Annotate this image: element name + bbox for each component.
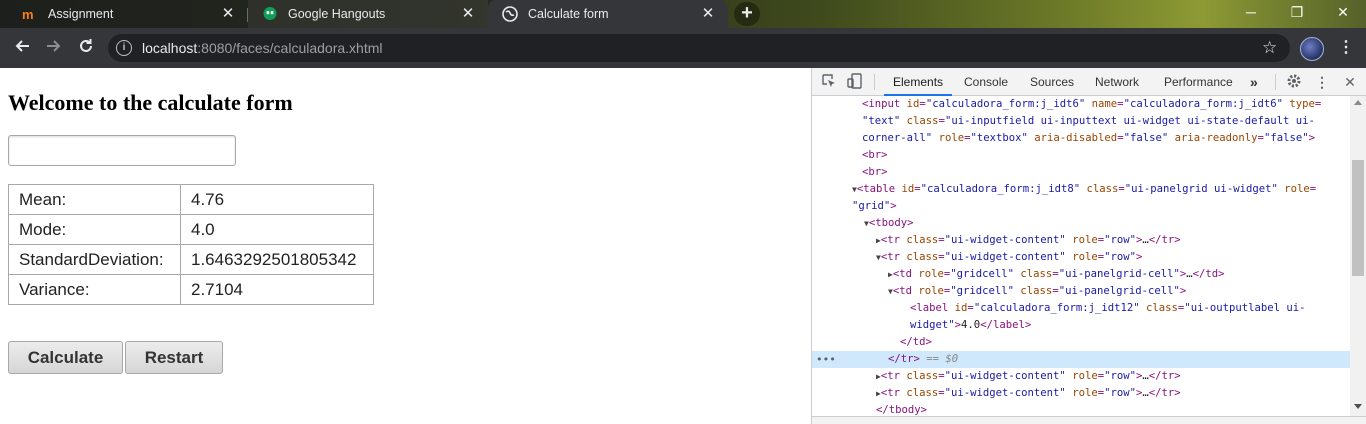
devtools-tab-bar: Elements Console Sources Network Perform… xyxy=(812,68,1366,96)
scroll-down-arrow-icon[interactable] xyxy=(1354,404,1362,409)
dom-line[interactable]: ▶<tr class="ui-widget-content" role="row… xyxy=(812,232,1350,249)
url-text[interactable]: localhost:8080/faces/calculadora.xhtml xyxy=(142,40,382,56)
stat-label: Variance: xyxy=(8,274,181,305)
device-toolbar-icon[interactable] xyxy=(846,73,864,91)
dom-line[interactable]: </tbody> xyxy=(812,402,1350,416)
address-bar[interactable]: i localhost:8080/faces/calculadora.xhtml xyxy=(108,34,1290,62)
stat-label: StandardDeviation: xyxy=(8,244,181,275)
dom-tree[interactable]: <input id="calculadora_form:j_idt6" name… xyxy=(812,96,1350,416)
more-tabs-button[interactable]: » xyxy=(1250,68,1258,96)
dom-line[interactable]: <br> xyxy=(812,164,1350,181)
tab-sources[interactable]: Sources xyxy=(1030,68,1074,96)
page-content: Welcome to the calculate form Mean: 4.76… xyxy=(0,68,811,424)
devtools-panel: Elements Console Sources Network Perform… xyxy=(811,68,1366,424)
stat-label: Mode: xyxy=(8,214,181,245)
tab-google-hangouts[interactable]: Google Hangouts ✕ xyxy=(248,0,488,28)
tab-title: Calculate form xyxy=(528,7,609,21)
globe-icon xyxy=(502,6,518,22)
stat-label: Mean: xyxy=(8,184,181,215)
scroll-thumb[interactable] xyxy=(1352,160,1364,276)
tab-performance[interactable]: Performance xyxy=(1164,68,1233,96)
profile-avatar[interactable] xyxy=(1300,37,1324,61)
devtools-breadcrumb-bar xyxy=(812,416,1366,424)
hangouts-icon xyxy=(262,6,278,22)
dom-line-selected[interactable]: ••• </tr> == $0 xyxy=(812,351,1350,368)
tab-elements[interactable]: Elements xyxy=(884,68,953,96)
dom-line[interactable]: ▶<td role="gridcell" class="ui-panelgrid… xyxy=(812,266,1350,283)
back-icon[interactable] xyxy=(10,36,34,60)
dom-line[interactable]: widget">4.0</label> xyxy=(812,317,1350,334)
kebab-menu-icon[interactable]: ⋮ xyxy=(1313,73,1331,91)
moodle-icon: m xyxy=(22,6,38,22)
stat-value: 4.76 xyxy=(180,184,374,215)
stat-value: 2.7104 xyxy=(180,274,374,305)
dom-line[interactable]: <label id="calculadora_form:j_idt12" cla… xyxy=(812,300,1350,317)
dom-line[interactable]: "grid"> xyxy=(812,198,1350,215)
dom-line[interactable]: "text" class="ui-inputfield ui-inputtext… xyxy=(812,113,1350,130)
stat-value: 4.0 xyxy=(180,214,374,245)
browser-toolbar: i localhost:8080/faces/calculadora.xhtml… xyxy=(0,28,1366,68)
tab-console[interactable]: Console xyxy=(964,68,1008,96)
scroll-up-arrow-icon[interactable] xyxy=(1354,100,1362,105)
close-icon[interactable]: ✕ xyxy=(460,6,476,22)
tab-assignment[interactable]: m Assignment ✕ xyxy=(8,0,248,28)
minimize-icon[interactable]: ─ xyxy=(1228,0,1274,26)
browser-tab-strip: m Assignment ✕ Google Hangouts ✕ Calcula… xyxy=(0,0,1366,28)
table-row: Mean: 4.76 xyxy=(8,184,374,215)
dom-line[interactable]: </td> xyxy=(812,334,1350,351)
dom-line[interactable]: ▼<tbody> xyxy=(812,215,1350,232)
dom-line[interactable]: <input id="calculadora_form:j_idt6" name… xyxy=(812,96,1350,113)
close-devtools-icon[interactable]: ✕ xyxy=(1341,73,1359,91)
divider xyxy=(874,74,875,90)
tab-title: Google Hangouts xyxy=(288,7,386,21)
reload-icon[interactable] xyxy=(74,36,98,60)
dom-line[interactable]: corner-all" role="textbox" aria-disabled… xyxy=(812,130,1350,147)
tab-calculate-form[interactable]: Calculate form ✕ xyxy=(488,0,728,28)
dom-line[interactable]: ▶<tr class="ui-widget-content" role="row… xyxy=(812,385,1350,402)
bookmark-star-icon[interactable]: ☆ xyxy=(1262,36,1277,60)
dom-line[interactable]: <br> xyxy=(812,147,1350,164)
dom-line[interactable]: ▼<table id="calculadora_form:j_idt8" cla… xyxy=(812,181,1350,198)
tab-title: Assignment xyxy=(48,7,114,21)
close-icon[interactable]: ✕ xyxy=(220,6,236,22)
forward-icon[interactable] xyxy=(42,36,66,60)
inspect-element-icon[interactable] xyxy=(820,73,838,91)
data-input[interactable] xyxy=(8,135,236,166)
info-icon[interactable]: i xyxy=(116,40,132,56)
menu-icon[interactable]: ⋮ xyxy=(1338,36,1354,60)
stat-value: 1.6463292501805342 xyxy=(180,244,374,275)
restore-icon[interactable]: ❐ xyxy=(1274,0,1320,26)
dom-line[interactable]: ▼<tr class="ui-widget-content" role="row… xyxy=(812,249,1350,266)
dom-line[interactable]: ▼<td role="gridcell" class="ui-panelgrid… xyxy=(812,283,1350,300)
stats-table: Mean: 4.76 Mode: 4.0 StandardDeviation: … xyxy=(8,184,374,305)
restart-button[interactable]: Restart xyxy=(125,341,223,374)
svg-text:m: m xyxy=(22,7,34,21)
new-tab-button[interactable]: + xyxy=(734,2,760,26)
calculate-button[interactable]: Calculate xyxy=(8,341,123,374)
table-row: Mode: 4.0 xyxy=(8,214,374,245)
gear-icon[interactable] xyxy=(1285,73,1303,91)
dom-line[interactable]: ▶<tr class="ui-widget-content" role="row… xyxy=(812,368,1350,385)
devtools-scrollbar[interactable] xyxy=(1350,96,1366,416)
table-row: StandardDeviation: 1.6463292501805342 xyxy=(8,244,374,275)
ellipsis-icon[interactable]: ••• xyxy=(816,351,836,368)
divider xyxy=(1275,74,1276,90)
page-title: Welcome to the calculate form xyxy=(8,90,293,115)
close-icon[interactable]: ✕ xyxy=(700,6,716,22)
close-window-icon[interactable]: ✕ xyxy=(1320,0,1366,26)
tab-network[interactable]: Network xyxy=(1095,68,1139,96)
table-row: Variance: 2.7104 xyxy=(8,274,374,305)
